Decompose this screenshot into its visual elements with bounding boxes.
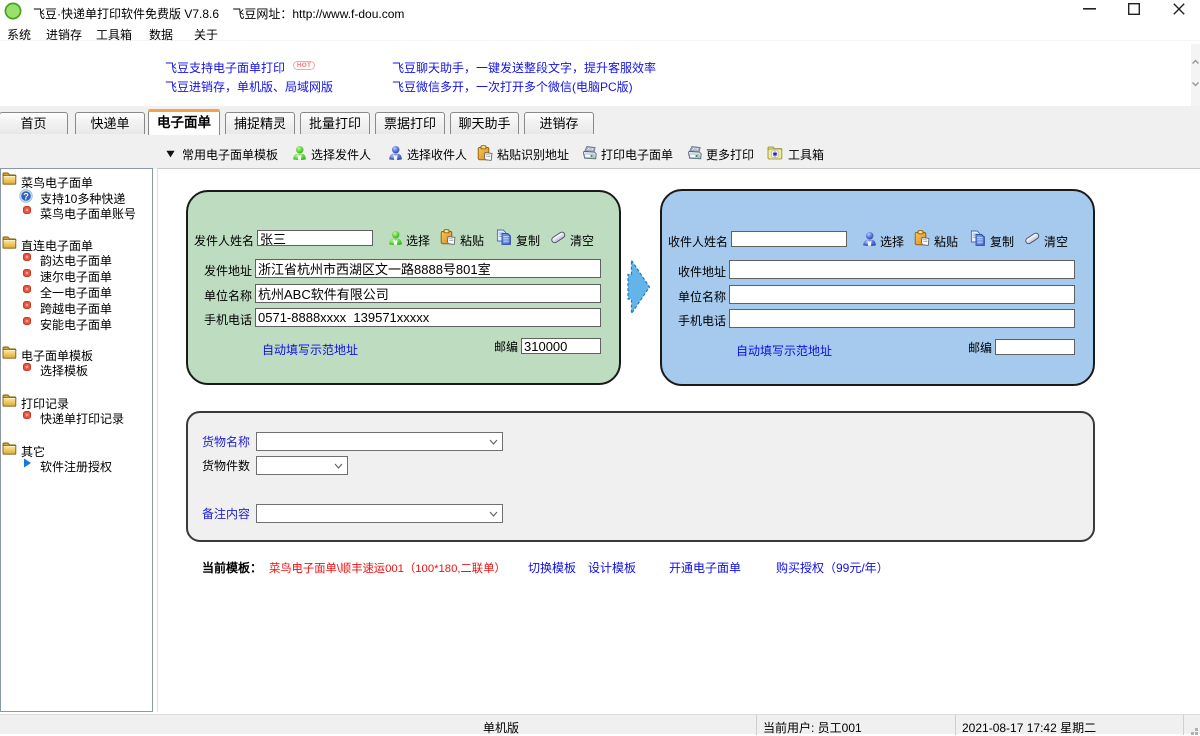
svg-text:?: ?: [23, 191, 29, 202]
